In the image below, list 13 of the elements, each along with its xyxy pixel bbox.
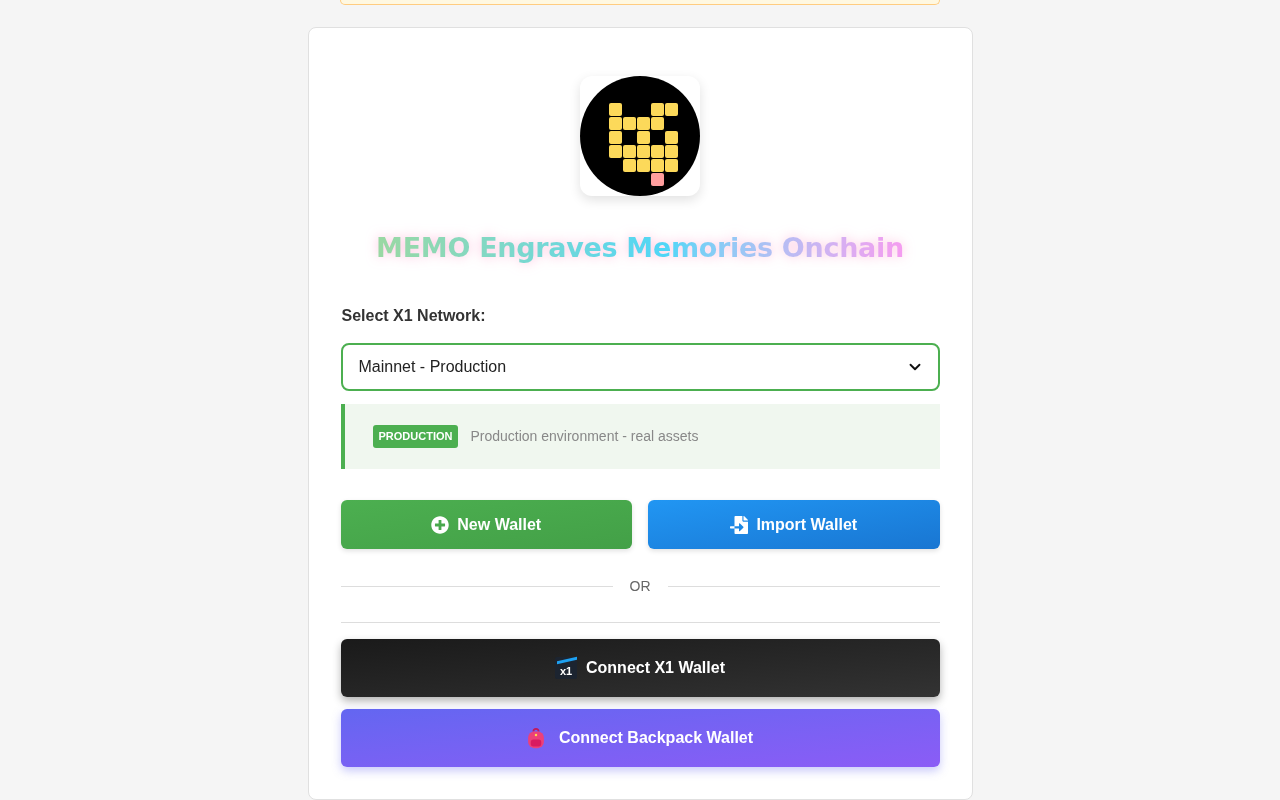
network-label: Select X1 Network: xyxy=(340,306,486,326)
network-select[interactable]: Mainnet - Production xyxy=(340,343,940,391)
connect-backpack-wallet-button[interactable]: Connect Backpack Wallet xyxy=(340,709,940,767)
network-select-value: Mainnet - Production xyxy=(358,357,507,377)
import-wallet-button[interactable]: Import Wallet xyxy=(648,500,940,549)
backpack-icon xyxy=(526,727,545,749)
new-wallet-button[interactable]: New Wallet xyxy=(340,500,632,549)
connect-x1-wallet-button[interactable]: x1 Connect X1 Wallet xyxy=(340,639,940,697)
or-divider-text: OR xyxy=(628,577,652,595)
x1-logo: x1 xyxy=(555,657,577,679)
network-description: Production environment - real assets xyxy=(470,427,699,446)
network-badge: PRODUCTION xyxy=(372,425,459,448)
file-import-icon xyxy=(730,515,749,534)
